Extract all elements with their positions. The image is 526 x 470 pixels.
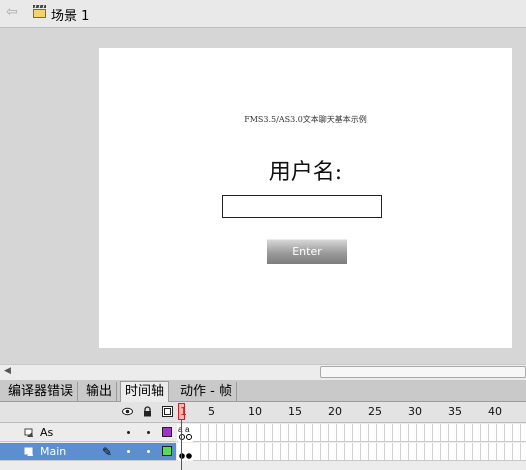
panel-tabs: 编译器错误 输出 时间轴 动作 - 帧 xyxy=(0,380,526,402)
stage-caption: FMS3.5/AS3.0文本聊天基本示例 xyxy=(244,115,367,124)
layer-name[interactable]: As xyxy=(40,426,53,439)
frame-strip[interactable] xyxy=(177,443,526,461)
layer-label-area[interactable]: As xyxy=(0,424,176,442)
timeline-panel: 1 5 10 15 20 25 30 35 40 As a Main ✎ xyxy=(0,402,526,470)
lock-icon[interactable] xyxy=(142,406,153,417)
username-input[interactable] xyxy=(222,195,382,218)
pencil-icon: ✎ xyxy=(102,445,113,459)
scroll-left-icon[interactable]: ◀ xyxy=(4,366,11,376)
ruler-tick: 15 xyxy=(288,405,302,418)
svg-text:a: a xyxy=(185,425,190,434)
edit-bar: ⇦ 场景 1 xyxy=(0,0,526,28)
username-label: 用户名: xyxy=(268,160,343,185)
enter-button[interactable]: Enter xyxy=(267,239,347,264)
work-area: FMS3.5/AS3.0文本聊天基本示例 用户名: Enter xyxy=(0,28,526,364)
tab-output[interactable]: 输出 xyxy=(82,382,118,401)
back-arrow-icon[interactable]: ⇦ xyxy=(6,4,18,20)
outline-color-box[interactable] xyxy=(162,427,172,437)
clapperboard-icon xyxy=(33,4,46,18)
layer-name[interactable]: Main xyxy=(40,445,66,458)
ruler-tick: 40 xyxy=(488,405,502,418)
timeline-header: 1 5 10 15 20 25 30 35 40 xyxy=(0,402,526,423)
frame-strip[interactable]: a a xyxy=(177,424,526,442)
scene-name[interactable]: 场景 1 xyxy=(51,5,89,24)
tab-compiler-errors[interactable]: 编译器错误 xyxy=(4,382,79,401)
lock-dot[interactable] xyxy=(147,450,150,453)
tab-actions-frame[interactable]: 动作 - 帧 xyxy=(176,382,237,401)
layer-icon xyxy=(24,428,33,437)
ruler-tick: 20 xyxy=(328,405,342,418)
lock-dot[interactable] xyxy=(147,431,150,434)
ruler-tick: 35 xyxy=(448,405,462,418)
horizontal-scrollbar[interactable]: ◀ xyxy=(0,364,526,380)
outline-toggle-icon[interactable] xyxy=(162,406,173,417)
eye-icon[interactable] xyxy=(122,406,133,417)
playhead-line xyxy=(181,420,182,470)
stage[interactable]: FMS3.5/AS3.0文本聊天基本示例 用户名: Enter xyxy=(99,48,512,348)
layer-label-area[interactable]: Main ✎ xyxy=(0,443,176,461)
visibility-dot[interactable] xyxy=(127,431,130,434)
layer-row-main[interactable]: Main ✎ xyxy=(0,443,526,461)
ruler-tick: 25 xyxy=(368,405,382,418)
ruler-current-frame: 1 xyxy=(180,405,187,418)
outline-color-box[interactable] xyxy=(162,446,172,456)
layer-icon xyxy=(24,447,33,456)
ruler-tick: 30 xyxy=(408,405,422,418)
tab-timeline[interactable]: 时间轴 xyxy=(120,381,170,402)
keyframe[interactable] xyxy=(185,443,193,461)
scrollbar-thumb[interactable] xyxy=(320,366,526,378)
keyframe-actions[interactable]: a xyxy=(185,424,193,442)
ruler-tick: 10 xyxy=(248,405,262,418)
layer-row-as[interactable]: As a a xyxy=(0,424,526,442)
visibility-dot[interactable] xyxy=(127,450,130,453)
ruler-tick: 5 xyxy=(208,405,215,418)
